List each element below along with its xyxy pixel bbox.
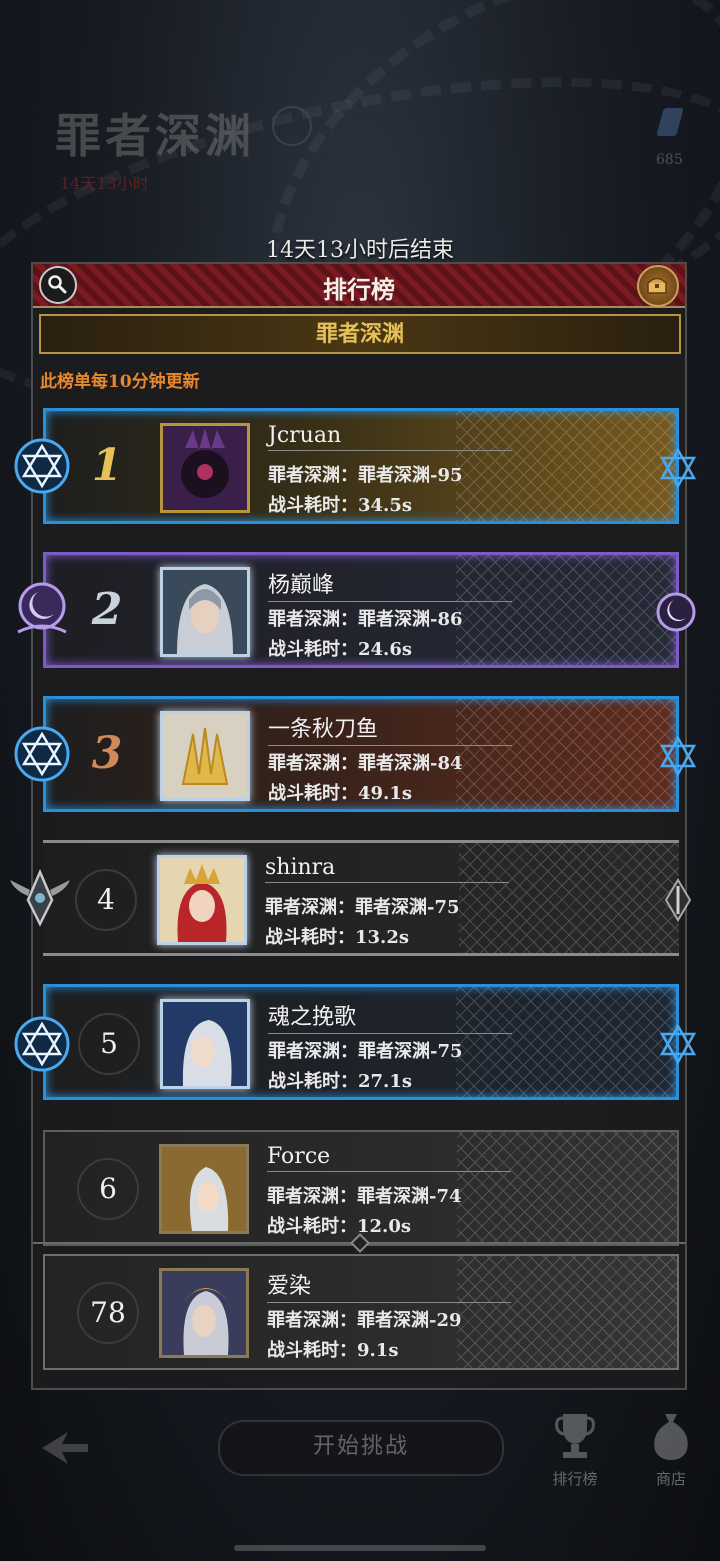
- background-search-icon: [272, 106, 312, 146]
- hexagram-emblem-icon: [14, 1016, 70, 1072]
- player-name: Force: [267, 1144, 511, 1172]
- stage-info: 罪者深渊：罪者深渊-29: [267, 1310, 462, 1331]
- leaderboard-row-2[interactable]: 2 杨巅峰 罪者深渊：罪者深渊-86 战斗耗时：24.6s: [43, 552, 679, 668]
- leaderboard-category-banner: 罪者深渊: [39, 314, 681, 354]
- avatar-image: [163, 1002, 247, 1086]
- rank-number: 2: [91, 584, 123, 635]
- home-indicator[interactable]: [234, 1545, 486, 1551]
- battle-time: 战斗耗时：12.0s: [267, 1216, 411, 1237]
- moon-emblem-icon: [656, 592, 696, 632]
- leaderboard-panel: 排行榜 罪者深渊 此榜单每10分钟更新 1 Jcruan 罪者深渊：罪者深渊-9…: [31, 262, 687, 1390]
- leaderboard-title: 排行榜: [323, 275, 395, 304]
- rank-number: 4: [75, 869, 137, 931]
- event-timer: 14天13小时后结束: [266, 238, 454, 263]
- avatar-image: [162, 1271, 246, 1355]
- leaderboard-row-6[interactable]: 6 Force 罪者深渊：罪者深渊-74 战斗耗时：12.0s: [43, 1130, 679, 1246]
- leaderboard-row-3[interactable]: 3 一条秋刀鱼 罪者深渊：罪者深渊-84 战斗耗时：49.1s: [43, 696, 679, 812]
- player-avatar[interactable]: [159, 1268, 249, 1358]
- stage-info: 罪者深渊：罪者深渊-75: [265, 897, 460, 918]
- gem-count: 685: [656, 152, 683, 168]
- battle-time: 战斗耗时：27.1s: [268, 1071, 412, 1092]
- avatar-image: [160, 858, 244, 942]
- sword-emblem-icon: [664, 878, 692, 922]
- update-note: 此榜单每10分钟更新: [40, 372, 200, 392]
- my-rank-row[interactable]: 78 爱染 罪者深渊：罪者深渊-29 战斗耗时：9.1s: [43, 1254, 679, 1370]
- leaderboard-row-1[interactable]: 1 Jcruan 罪者深渊：罪者深渊-95 战斗耗时：34.5s: [43, 408, 679, 524]
- nav-leaderboard-label: 排行榜: [552, 1470, 598, 1488]
- rank-number: 78: [77, 1282, 139, 1344]
- stage-info: 罪者深渊：罪者深渊-86: [268, 609, 463, 630]
- nav-leaderboard[interactable]: 排行榜: [540, 1410, 610, 1489]
- rank-number: 6: [77, 1158, 139, 1220]
- rank-number: 5: [78, 1013, 140, 1075]
- leaderboard-row-5[interactable]: 5 魂之挽歌 罪者深渊：罪者深渊-75 战斗耗时：27.1s: [43, 984, 679, 1100]
- avatar-image: [162, 1147, 246, 1231]
- nav-shop-label: 商店: [655, 1470, 686, 1488]
- player-avatar[interactable]: [157, 855, 247, 945]
- start-challenge-button[interactable]: 开始挑战: [218, 1420, 504, 1476]
- player-avatar[interactable]: [160, 999, 250, 1089]
- player-name: shinra: [265, 855, 509, 883]
- stage-info: 罪者深渊：罪者深渊-84: [268, 753, 463, 774]
- avatar-image: [163, 714, 247, 798]
- winged-emblem-icon: [10, 868, 70, 927]
- player-name: 爱染: [267, 1268, 511, 1303]
- player-name: 一条秋刀鱼: [268, 711, 512, 746]
- avatar-image: [163, 426, 247, 510]
- trophy-icon: [555, 1414, 595, 1458]
- star-emblem-icon: [659, 1023, 697, 1065]
- player-avatar[interactable]: [160, 423, 250, 513]
- battle-time: 战斗耗时：49.1s: [268, 783, 412, 804]
- stage-info: 罪者深渊：罪者深渊-75: [268, 1041, 463, 1062]
- leaderboard-header: 排行榜: [33, 264, 685, 308]
- battle-time: 战斗耗时：13.2s: [265, 927, 409, 948]
- battle-time: 战斗耗时：24.6s: [268, 639, 412, 660]
- player-name: 杨巅峰: [268, 567, 512, 602]
- star-emblem-icon: [659, 735, 697, 777]
- back-arrow-icon[interactable]: [38, 1426, 92, 1470]
- player-name: 魂之挽歌: [268, 999, 512, 1034]
- chest-icon: [647, 277, 667, 294]
- stage-info: 罪者深渊：罪者深渊-74: [267, 1186, 462, 1207]
- hexagram-emblem-icon: [14, 726, 70, 782]
- leaderboard-row-4[interactable]: 4 shinra 罪者深渊：罪者深渊-75 战斗耗时：13.2s: [43, 840, 679, 956]
- player-avatar[interactable]: [159, 1144, 249, 1234]
- avatar-image: [163, 570, 247, 654]
- background-subtitle: 14天13小时: [60, 174, 149, 193]
- hexagram-emblem-icon: [14, 438, 70, 494]
- moon-orb-emblem-icon: [17, 582, 67, 634]
- background-title: 罪者深渊: [55, 109, 255, 163]
- battle-time: 战斗耗时：9.1s: [267, 1340, 399, 1361]
- battle-time: 战斗耗时：34.5s: [268, 495, 412, 516]
- reward-chest-button[interactable]: [637, 265, 679, 307]
- star-emblem-icon: [659, 447, 697, 489]
- stage-info: 罪者深渊：罪者深渊-95: [268, 465, 463, 486]
- nav-shop[interactable]: 商店: [636, 1410, 706, 1489]
- player-avatar[interactable]: [160, 711, 250, 801]
- money-bag-icon: [654, 1414, 688, 1460]
- rank-number: 1: [91, 440, 123, 491]
- player-name: Jcruan: [268, 423, 512, 451]
- rank-number: 3: [91, 728, 123, 779]
- player-avatar[interactable]: [160, 567, 250, 657]
